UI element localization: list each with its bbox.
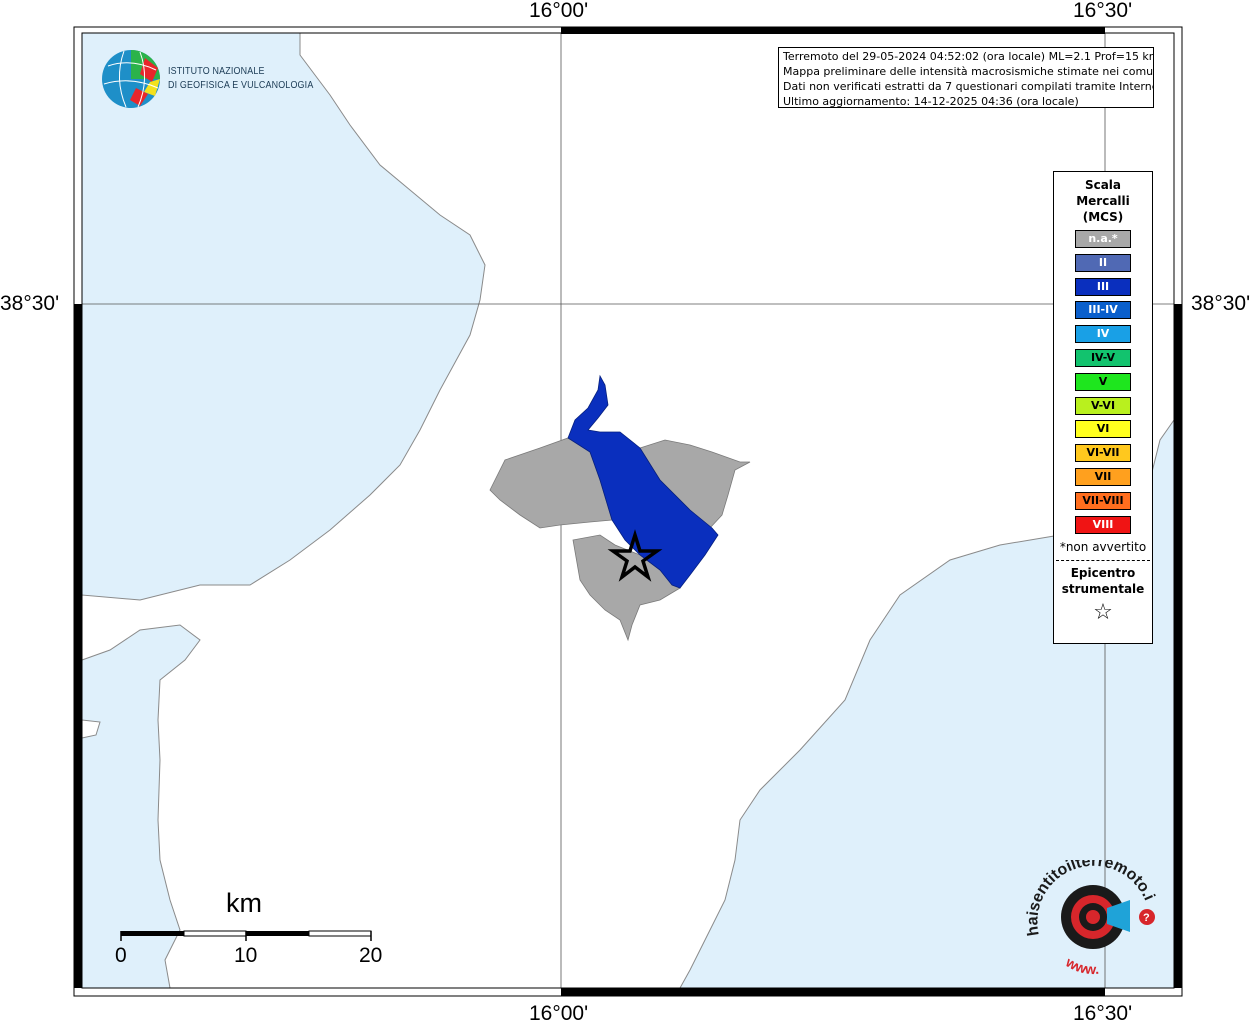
legend-item: VI bbox=[1075, 420, 1131, 439]
legend-separator bbox=[1056, 559, 1150, 561]
haisentito-logo-www: www. bbox=[1062, 953, 1099, 977]
frame-top-black bbox=[561, 27, 1105, 34]
legend-item: n.a.* bbox=[1075, 230, 1131, 248]
left-lat-label: 38°30' bbox=[0, 292, 60, 315]
bottom-lon-label-1630: 16°30' bbox=[1073, 1002, 1133, 1025]
legend-note: *non avvertito bbox=[1059, 539, 1147, 554]
top-lon-label-1630: 16°30' bbox=[1073, 0, 1133, 22]
event-info-line4: Ultimo aggiornamento: 14-12-2025 04:36 (… bbox=[783, 95, 1079, 108]
legend-title-line1: Scala bbox=[1084, 178, 1122, 192]
legend-item: III bbox=[1075, 277, 1131, 296]
legend-item: VII-VIII bbox=[1075, 491, 1131, 510]
right-lat-label: 38°30' bbox=[1191, 292, 1251, 315]
ingv-name-line2: DI GEOFISICA E VULCANOLOGIA bbox=[168, 79, 314, 91]
haisentito-logo-icon: ? haisentitoilterremoto.it www. bbox=[1022, 847, 1157, 977]
legend-epicenter-label: Epicentro strumentale bbox=[1054, 565, 1152, 597]
ingv-logo bbox=[100, 48, 162, 114]
bottom-lon-label-1600: 16°00' bbox=[529, 1002, 589, 1025]
legend-item: II bbox=[1075, 253, 1131, 272]
legend-item: IV-V bbox=[1075, 348, 1131, 367]
scale-label-10: 10 bbox=[234, 944, 258, 967]
legend-title-line2: Mercalli bbox=[1076, 194, 1130, 208]
legend-item: VI-VII bbox=[1075, 444, 1131, 463]
frame-left-black bbox=[74, 304, 82, 988]
legend-epicenter-line2: strumentale bbox=[1061, 581, 1145, 596]
legend-item: IV bbox=[1075, 325, 1131, 344]
legend-item: V-VI bbox=[1075, 396, 1131, 415]
top-lon-label-1600: 16°00' bbox=[529, 0, 589, 22]
svg-text:?: ? bbox=[1143, 912, 1150, 924]
legend-item: V bbox=[1075, 372, 1131, 391]
legend-item: VII bbox=[1075, 467, 1131, 486]
event-info-line2: Mappa preliminare delle intensità macros… bbox=[783, 65, 1154, 78]
frame-bottom-black bbox=[561, 988, 1105, 996]
event-info-line3: Dati non verificati estratti da 7 questi… bbox=[783, 80, 1154, 93]
ingv-name: ISTITUTO NAZIONALE DI GEOFISICA E VULCAN… bbox=[168, 64, 313, 92]
legend-item: III-IV bbox=[1075, 301, 1131, 320]
scale-label-0: 0 bbox=[115, 944, 127, 967]
haisentito-logo: ? haisentitoilterremoto.it www. bbox=[1022, 847, 1165, 979]
event-info-line1: Terremoto del 29-05-2024 04:52:02 (ora l… bbox=[783, 50, 1154, 63]
legend-title: Scala Mercalli (MCS) bbox=[1054, 177, 1152, 225]
legend-item: VIII bbox=[1075, 515, 1131, 534]
ingv-globe-icon bbox=[102, 50, 160, 108]
legend-epicenter-line1: Epicentro bbox=[1070, 565, 1136, 580]
ingv-name-line1: ISTITUTO NAZIONALE bbox=[168, 65, 265, 77]
scale-label-20: 20 bbox=[359, 944, 383, 967]
frame-right-black bbox=[1174, 304, 1182, 988]
scale-unit: km bbox=[226, 888, 262, 918]
legend-star-icon: ☆ bbox=[1093, 599, 1113, 625]
legend-items: n.a.* II III III-IV IV IV-V V V-VI VI VI-VII VII VI… bbox=[1054, 230, 1152, 534]
svg-text:www.: www. bbox=[1062, 953, 1099, 975]
intensity-legend: Scala Mercalli (MCS) n.a.* II III III-IV IV I… bbox=[1053, 171, 1153, 644]
event-info-box: Terremoto del 29-05-2024 04:52:02 (ora l… bbox=[778, 47, 1154, 108]
legend-title-line3: (MCS) bbox=[1082, 210, 1124, 224]
